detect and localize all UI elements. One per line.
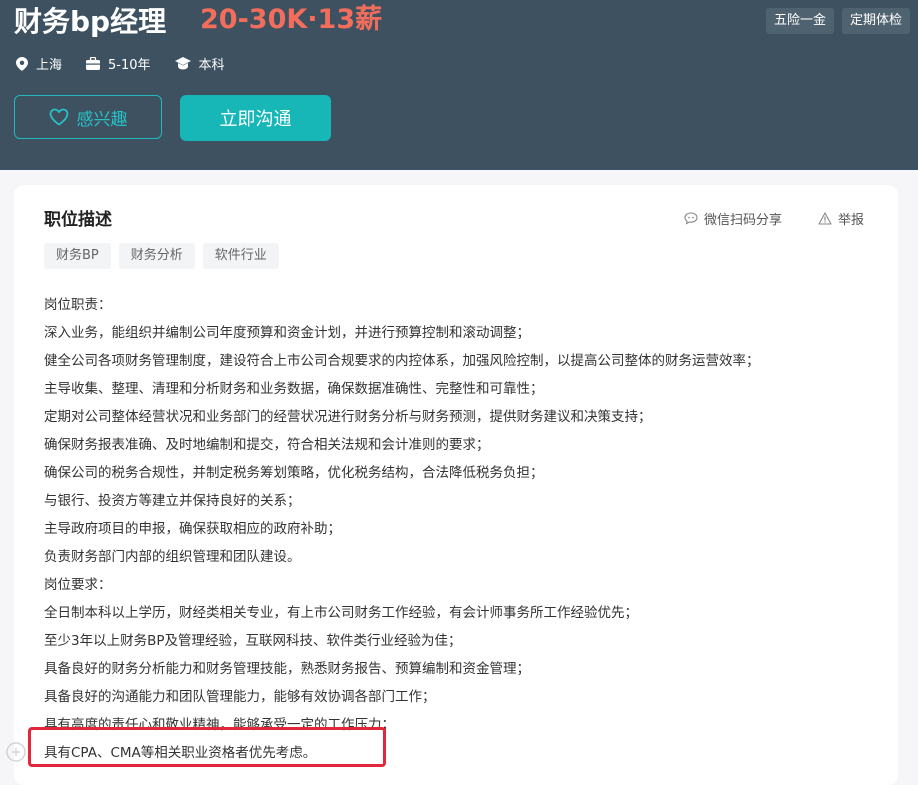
job-title: 财务bp经理 xyxy=(14,5,167,38)
welfare-tag: 五险一金 xyxy=(765,8,834,34)
meta-location: 上海 xyxy=(16,54,62,73)
skill-tags: 财务BP 财务分析 软件行业 xyxy=(44,243,279,269)
report-button[interactable]: 举报 xyxy=(818,209,864,228)
description-line: 岗位职责： xyxy=(44,297,112,313)
watermark-logo-icon xyxy=(6,742,26,762)
description-line: 至少3年以上财务BP及管理经验，互联网科技、软件类行业经验为佳； xyxy=(44,633,462,649)
description-line: 健全公司各项财务管理制度，建设符合上市公司合规要求的内控体系，加强风险控制，以提… xyxy=(44,353,760,369)
skill-tag: 财务BP xyxy=(44,243,111,269)
job-description-card: 职位描述 微信扫码分享 举报 财务BP 财务分析 软件行业 岗位职责： 深入业务… xyxy=(14,185,898,785)
description-line: 主导政府项目的申报，确保获取相应的政府补助； xyxy=(44,521,341,537)
interest-label: 感兴趣 xyxy=(76,109,128,130)
warning-icon xyxy=(818,212,832,225)
section-title: 职位描述 xyxy=(44,210,112,230)
share-label: 微信扫码分享 xyxy=(704,213,783,228)
job-description-text: 岗位职责： 深入业务，能组织并编制公司年度预算和资金计划，并进行预算控制和滚动调… xyxy=(44,291,884,767)
description-line: 具备良好的沟通能力和团队管理能力，能够有效协调各部门工作； xyxy=(44,689,436,705)
chat-button[interactable]: 立即沟通 xyxy=(180,95,331,141)
description-line: 全日制本科以上学历，财经类相关专业，有上市公司财务工作经验，有会计师事务所工作经… xyxy=(44,605,638,621)
description-line: 负责财务部门内部的组织管理和团队建设。 xyxy=(44,549,301,565)
job-header: 财务bp经理 20-30K·13薪 五险一金 定期体检 上海 5-10年 本科 xyxy=(0,0,918,170)
description-line: 具有高度的责任心和敬业精神，能够承受一定的工作压力； xyxy=(44,717,395,733)
meta-experience: 5-10年 xyxy=(86,54,151,73)
job-meta: 上海 5-10年 本科 xyxy=(16,54,249,73)
education-text: 本科 xyxy=(198,58,225,73)
interest-button[interactable]: 感兴趣 xyxy=(14,95,162,139)
description-line: 岗位要求： xyxy=(44,577,112,593)
heart-icon xyxy=(49,108,68,126)
description-line: 具有CPA、CMA等相关职业资格者优先考虑。 xyxy=(44,745,317,761)
wechat-share-button[interactable]: 微信扫码分享 xyxy=(684,209,782,228)
skill-tag: 软件行业 xyxy=(202,243,279,269)
salary: 20-30K·13薪 xyxy=(200,4,383,35)
description-line: 定期对公司整体经营状况和业务部门的经营状况进行财务分析与财务预测，提供财务建议和… xyxy=(44,409,652,425)
report-label: 举报 xyxy=(838,213,865,228)
description-line: 确保公司的税务合规性，并制定税务筹划策略，优化税务结构，合法降低税务负担； xyxy=(44,465,544,481)
chat-bubble-icon xyxy=(684,212,698,225)
description-line: 与银行、投资方等建立并保持良好的关系； xyxy=(44,493,301,509)
description-line: 具备良好的财务分析能力和财务管理技能，熟悉财务报告、预算编制和资金管理； xyxy=(44,661,530,677)
experience-text: 5-10年 xyxy=(108,58,151,73)
location-pin-icon xyxy=(16,56,28,71)
location-text: 上海 xyxy=(36,58,63,73)
graduation-cap-icon xyxy=(174,57,191,70)
description-line: 深入业务，能组织并编制公司年度预算和资金计划，并进行预算控制和滚动调整； xyxy=(44,325,530,341)
description-line: 主导收集、整理、清理和分析财务和业务数据，确保数据准确性、完整性和可靠性； xyxy=(44,381,544,397)
welfare-tags: 五险一金 定期体检 xyxy=(765,8,910,34)
description-line: 确保财务报表准确、及时地编制和提交，符合相关法规和会计准则的要求； xyxy=(44,437,490,453)
briefcase-icon xyxy=(86,57,101,70)
meta-education: 本科 xyxy=(174,54,225,73)
welfare-tag: 定期体检 xyxy=(841,8,910,34)
skill-tag: 财务分析 xyxy=(118,243,195,269)
